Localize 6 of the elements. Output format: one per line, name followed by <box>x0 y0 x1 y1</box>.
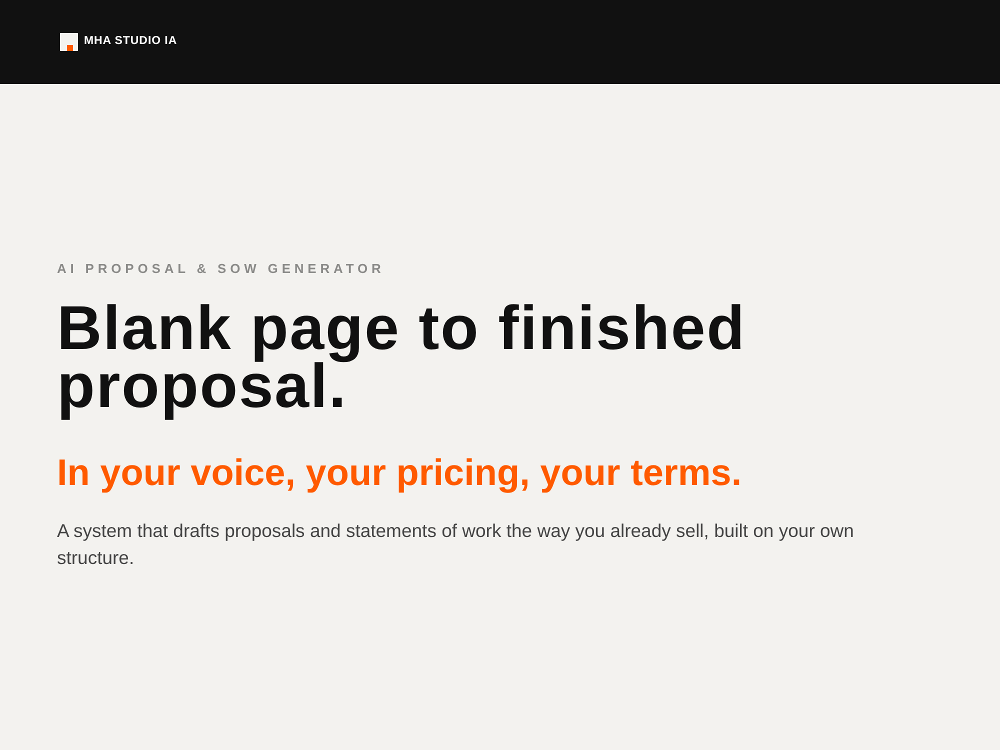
hero-tagline: In your voice, your pricing, your terms. <box>57 453 743 493</box>
brand-logo-link[interactable]: MHA STUDIO IA <box>60 33 178 51</box>
hero-description: A system that drafts proposals and statements of work the way you already sell, built on your own structure. <box>57 519 855 570</box>
eyebrow-label: AI PROPOSAL & SOW GENERATOR <box>57 261 386 277</box>
logo-icon <box>60 33 78 51</box>
brand-name: MHA STUDIO IA <box>84 34 178 50</box>
